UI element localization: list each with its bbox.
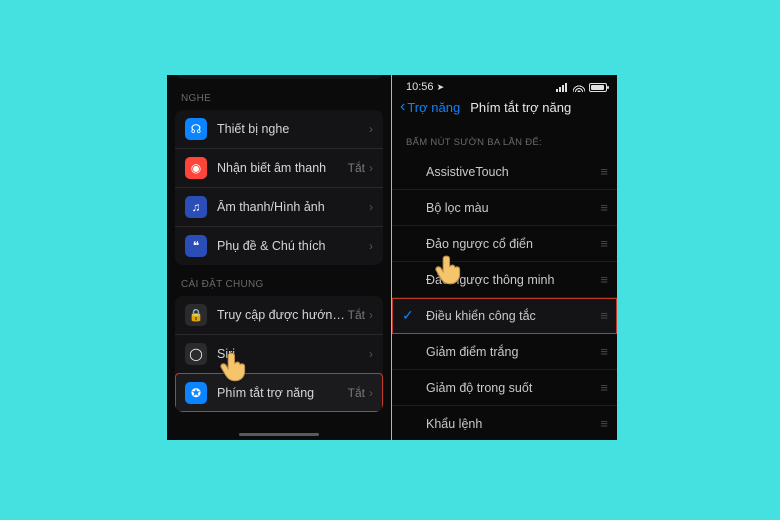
wifi-icon: [573, 83, 585, 92]
back-chevron-icon[interactable]: ‹: [400, 99, 405, 115]
settings-row[interactable]: 🔒 Truy cập được hướng dẫn Tắt ›: [175, 296, 383, 334]
option-label: Đảo ngược thông minh: [426, 273, 600, 287]
reorder-grip-icon[interactable]: ≡: [600, 380, 607, 395]
chevron-right-icon: ›: [369, 161, 373, 175]
siri-icon: ◯: [185, 343, 207, 365]
accessibility-shortcut-icon: ✪: [185, 382, 207, 404]
reorder-grip-icon[interactable]: ≡: [600, 416, 607, 431]
option-label: AssistiveTouch: [426, 165, 600, 179]
settings-row[interactable]: ♫ Âm thanh/Hình ảnh ›: [175, 187, 383, 226]
guided-access-icon: 🔒: [185, 304, 207, 326]
settings-row[interactable]: ❝ Phụ đề & Chú thích ›: [175, 226, 383, 265]
reorder-grip-icon[interactable]: ≡: [600, 200, 607, 215]
option-row[interactable]: Đảo ngược thông minh≡: [392, 262, 617, 298]
page-title: Phím tắt trợ năng: [470, 100, 571, 115]
reorder-grip-icon[interactable]: ≡: [600, 344, 607, 359]
row-label: Phím tắt trợ năng: [217, 386, 348, 400]
chevron-right-icon: ›: [369, 200, 373, 214]
settings-row-accessibility-shortcut[interactable]: ✪ Phím tắt trợ năng Tắt ›: [175, 373, 383, 412]
settings-row[interactable]: ◯ Siri ›: [175, 334, 383, 373]
row-label: Phụ đề & Chú thích: [217, 239, 369, 253]
chevron-right-icon: ›: [369, 386, 373, 400]
option-label: Khẩu lệnh: [426, 417, 600, 431]
right-screenshot: 10:56 ➤ ‹ Trợ năng Phím tắt trợ năng BẤM…: [392, 75, 617, 440]
chevron-right-icon: ›: [369, 239, 373, 253]
group-nghe: ☊ Thiết bị nghe › ◉ Nhận biết âm thanh T…: [175, 110, 383, 265]
options-list: AssistiveTouch≡Bộ lọc màu≡Đảo ngược cổ đ…: [392, 154, 617, 440]
option-label: Đảo ngược cổ điển: [426, 237, 600, 251]
cellular-signal-icon: [556, 83, 569, 92]
option-row[interactable]: Đảo ngược cổ điển≡: [392, 226, 617, 262]
row-label: Thiết bị nghe: [217, 122, 369, 136]
row-label: Nhận biết âm thanh: [217, 161, 348, 175]
chevron-right-icon: ›: [369, 308, 373, 322]
option-label: Giảm điểm trắng: [426, 345, 600, 359]
section-header-triple-click: BẤM NÚT SƯỜN BA LẦN ĐỂ:: [392, 123, 617, 154]
option-row[interactable]: Khẩu lệnh≡: [392, 406, 617, 440]
reorder-grip-icon[interactable]: ≡: [600, 308, 607, 323]
row-value: Tắt: [348, 386, 365, 400]
status-time: 10:56 ➤: [406, 81, 444, 93]
left-screenshot: ⌨ Bàn phím › NGHE ☊ Thiết bị nghe › ◉ Nh…: [167, 75, 392, 440]
location-arrow-icon: ➤: [437, 82, 445, 92]
settings-row[interactable]: ☊ Thiết bị nghe ›: [175, 110, 383, 148]
reorder-grip-icon[interactable]: ≡: [600, 272, 607, 287]
option-label: Giảm độ trong suốt: [426, 381, 600, 395]
section-header-nghe: NGHE: [167, 79, 391, 110]
option-row[interactable]: AssistiveTouch≡: [392, 154, 617, 190]
option-row[interactable]: Giảm điểm trắng≡: [392, 334, 617, 370]
status-bar: 10:56 ➤: [392, 75, 617, 95]
group-general: 🔒 Truy cập được hướng dẫn Tắt› ◯ Siri › …: [175, 296, 383, 412]
option-row[interactable]: Giảm độ trong suốt≡: [392, 370, 617, 406]
chevron-right-icon: ›: [369, 122, 373, 136]
chevron-right-icon: ›: [369, 347, 373, 361]
option-label: Bộ lọc màu: [426, 201, 600, 215]
section-header-general: CÀI ĐẶT CHUNG: [167, 265, 391, 296]
row-value: Tắt: [348, 308, 365, 322]
option-row[interactable]: ✓ Điều khiển công tắc≡: [392, 298, 617, 334]
reorder-grip-icon[interactable]: ≡: [600, 164, 607, 179]
ear-icon: ☊: [185, 118, 207, 140]
option-label: Điều khiển công tắc: [426, 309, 600, 323]
sound-recog-icon: ◉: [185, 157, 207, 179]
screenshot-pair: ⌨ Bàn phím › NGHE ☊ Thiết bị nghe › ◉ Nh…: [167, 75, 617, 440]
home-indicator: [239, 433, 319, 436]
row-value: Tắt: [348, 161, 365, 175]
row-label: Âm thanh/Hình ảnh: [217, 200, 369, 214]
row-label: Siri: [217, 347, 369, 361]
option-row[interactable]: Bộ lọc màu≡: [392, 190, 617, 226]
captions-icon: ❝: [185, 235, 207, 257]
reorder-grip-icon[interactable]: ≡: [600, 236, 607, 251]
battery-icon: [589, 83, 607, 92]
audio-visual-icon: ♫: [185, 196, 207, 218]
row-label: Truy cập được hướng dẫn: [217, 308, 348, 322]
nav-bar: ‹ Trợ năng Phím tắt trợ năng: [392, 95, 617, 123]
back-button[interactable]: Trợ năng: [407, 100, 460, 115]
checkmark-icon: ✓: [402, 307, 414, 324]
settings-row[interactable]: ◉ Nhận biết âm thanh Tắt ›: [175, 148, 383, 187]
